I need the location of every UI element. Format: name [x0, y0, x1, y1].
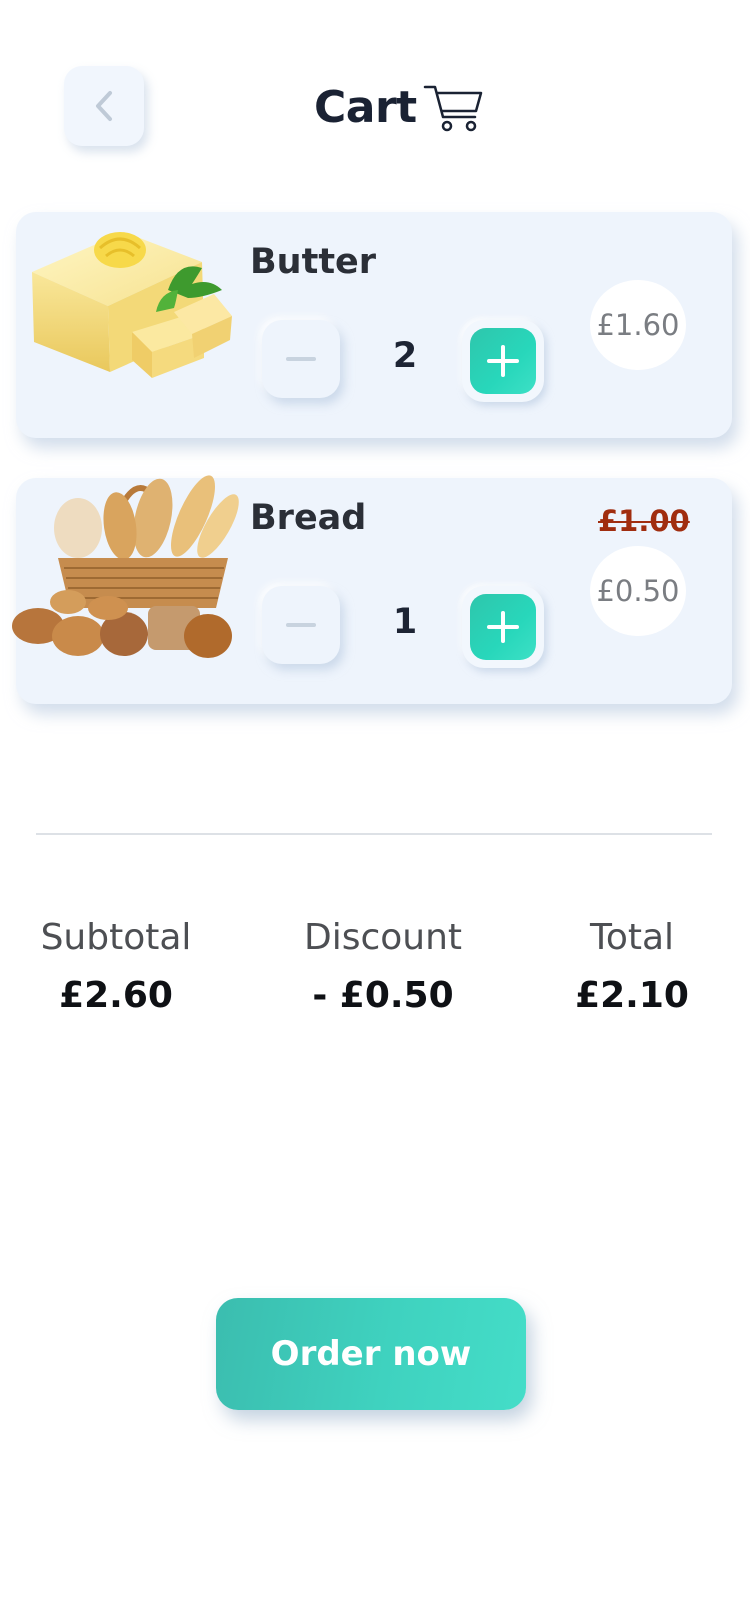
chevron-left-icon [96, 91, 112, 121]
minus-icon [286, 623, 316, 627]
subtotal-value: £2.60 [59, 975, 173, 1016]
shopping-cart-icon [423, 85, 482, 132]
item-price: £1.60 [590, 280, 686, 370]
cart-item-butter: Butter 2 £1.60 [16, 212, 732, 438]
divider [36, 833, 712, 835]
increase-quantity-button[interactable] [462, 320, 544, 402]
plus-icon [487, 345, 519, 377]
discount: Discount - £0.50 [296, 916, 470, 1018]
quantity-value: 1 [392, 602, 418, 642]
original-price: £1.00 [598, 504, 690, 538]
cart-item-bread: Bread £1.00 1 £0.50 [12, 475, 732, 704]
subtotal: Subtotal £2.60 [36, 916, 196, 1018]
bread-basket-image [12, 475, 239, 658]
quantity-value: 2 [392, 336, 418, 376]
discount-label: Discount [303, 917, 463, 958]
order-now-button[interactable]: Order now [216, 1298, 526, 1410]
total: Total £2.10 [566, 916, 698, 1018]
subtotal-label: Subtotal [40, 917, 192, 958]
discount-value: - £0.50 [312, 975, 454, 1016]
decrease-quantity-button[interactable] [262, 586, 340, 664]
decrease-quantity-button[interactable] [262, 320, 340, 398]
increase-quantity-button[interactable] [462, 586, 544, 668]
plus-icon [487, 611, 519, 643]
minus-icon [286, 357, 316, 361]
page-title: Cart [314, 81, 417, 133]
item-name: Bread [250, 498, 367, 538]
total-value: £2.10 [575, 975, 689, 1016]
butter-image [32, 232, 232, 378]
total-label: Total [589, 917, 675, 958]
page-header: Cart [314, 80, 485, 134]
item-price: £0.50 [590, 546, 686, 636]
item-name: Butter [250, 242, 377, 282]
back-button[interactable] [64, 66, 144, 146]
